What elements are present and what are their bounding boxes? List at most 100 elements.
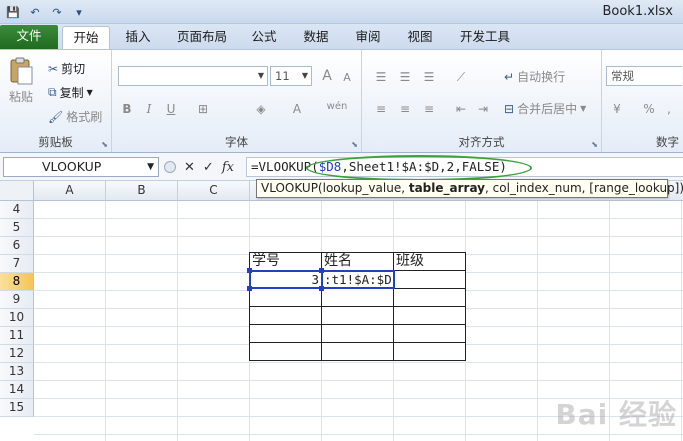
tab-formulas[interactable]: 公式 <box>244 26 284 49</box>
row-header[interactable]: 12 <box>0 345 34 363</box>
align-right-icon[interactable]: ≡ <box>420 100 438 118</box>
table-cell[interactable] <box>393 288 466 307</box>
number-format-combo[interactable]: 常规 <box>606 66 682 86</box>
tab-home[interactable]: 开始 <box>62 26 110 49</box>
save-icon[interactable]: 💾 <box>4 3 22 21</box>
decrease-indent-icon[interactable]: ⇤ <box>452 100 470 118</box>
paste-button[interactable]: 粘贴 <box>8 56 34 105</box>
select-all-corner[interactable] <box>0 181 34 201</box>
wrap-text-icon: ↵ <box>504 69 515 84</box>
align-top-icon[interactable]: ☰ <box>372 68 390 86</box>
copy-icon: ⧉ <box>48 85 57 99</box>
chevron-down-icon[interactable]: ▼ <box>147 158 154 176</box>
dialog-launcher-icon[interactable]: ⬊ <box>101 140 108 149</box>
tab-data[interactable]: 数据 <box>296 26 336 49</box>
customize-qat-icon[interactable]: ▾ <box>70 3 88 21</box>
number-group: 常规 ¥ % , 数字 <box>602 50 683 152</box>
align-middle-icon[interactable]: ☰ <box>396 68 414 86</box>
redo-icon[interactable]: ↷ <box>48 3 66 21</box>
table-cell[interactable] <box>249 324 322 343</box>
table-header-cell[interactable]: 学号 <box>249 252 322 271</box>
table-cell[interactable] <box>249 342 322 361</box>
row-header[interactable]: 7 <box>0 255 34 273</box>
formula-input[interactable]: =VLOOKUP($D8,Sheet1!$A:$D,2,FALSE) <box>246 157 683 177</box>
percent-button[interactable]: % <box>640 100 658 118</box>
table-cell[interactable] <box>249 306 322 325</box>
active-edit-cell[interactable]: 3 <box>249 270 321 289</box>
font-size-combo[interactable]: 11 ▼ <box>270 66 312 86</box>
table-cell[interactable] <box>321 288 394 307</box>
align-center-icon[interactable]: ≡ <box>396 100 414 118</box>
chevron-down-icon: ▼ <box>580 104 587 113</box>
undo-icon[interactable]: ↶ <box>26 3 44 21</box>
selection-handle[interactable] <box>319 286 324 291</box>
row-header[interactable]: 6 <box>0 237 34 255</box>
enter-icon[interactable]: ✓ <box>203 160 214 175</box>
dialog-launcher-icon[interactable]: ⬊ <box>351 140 358 149</box>
increase-indent-icon[interactable]: ⇥ <box>474 100 492 118</box>
orientation-icon[interactable]: ⟋ <box>452 68 470 86</box>
selection-handle[interactable] <box>247 286 252 291</box>
italic-button[interactable]: I <box>140 100 158 118</box>
copy-button[interactable]: ⧉ 复制 ▼ <box>48 84 93 101</box>
column-header-c[interactable]: C <box>178 181 250 201</box>
table-cell[interactable] <box>321 324 394 343</box>
row-header[interactable]: 11 <box>0 327 34 345</box>
tab-view[interactable]: 视图 <box>400 26 440 49</box>
clipboard-group-label: 剪贴板 <box>38 135 73 149</box>
currency-icon[interactable]: ¥ <box>608 100 626 118</box>
selection-handle[interactable] <box>319 268 324 273</box>
tab-insert[interactable]: 插入 <box>116 26 160 49</box>
cut-button[interactable]: ✂ 剪切 <box>48 60 85 77</box>
name-box[interactable]: VLOOKUP ▼ <box>3 157 159 177</box>
table-cell[interactable] <box>393 324 466 343</box>
quick-access-toolbar: 💾 ↶ ↷ ▾ <box>4 3 88 21</box>
row-header[interactable]: 14 <box>0 381 34 399</box>
phonetic-button[interactable]: wén <box>322 98 352 116</box>
grow-font-button[interactable]: A <box>318 67 336 85</box>
table-cell[interactable] <box>393 342 466 361</box>
insert-function-icon[interactable]: fx <box>222 160 234 175</box>
tab-review[interactable]: 审阅 <box>348 26 388 49</box>
table-header-cell[interactable]: 姓名 <box>321 252 394 271</box>
shrink-font-button[interactable]: A <box>338 69 356 87</box>
bold-button[interactable]: B <box>118 100 136 118</box>
align-left-icon[interactable]: ≡ <box>372 100 390 118</box>
row-header[interactable]: 4 <box>0 201 34 219</box>
underline-button[interactable]: U <box>162 100 180 118</box>
table-cell[interactable] <box>321 342 394 361</box>
fill-color-icon[interactable]: ◈ <box>252 100 270 118</box>
borders-icon[interactable]: ⊞ <box>194 100 212 118</box>
column-header-a[interactable]: A <box>34 181 106 201</box>
table-cell[interactable] <box>393 306 466 325</box>
font-name-combo[interactable]: ▼ <box>118 66 268 86</box>
dialog-launcher-icon[interactable]: ⬊ <box>591 140 598 149</box>
row-header[interactable]: 10 <box>0 309 34 327</box>
row-header-selected[interactable]: 8 <box>0 273 34 291</box>
column-header-b[interactable]: B <box>106 181 178 201</box>
font-color-icon[interactable]: A <box>288 100 306 118</box>
merge-center-button[interactable]: ⊟ 合并后居中 ▼ <box>504 100 586 117</box>
table-cell[interactable] <box>321 306 394 325</box>
function-tooltip: VLOOKUP(lookup_value, table_array, col_i… <box>256 179 683 198</box>
selection-handle[interactable] <box>247 268 252 273</box>
format-painter-button[interactable]: 🖌 格式刷 <box>48 108 102 125</box>
tab-file[interactable]: 文件 <box>0 25 58 49</box>
range-reference-cell[interactable]: :t1!$A:$D <box>321 270 395 289</box>
row-header[interactable]: 9 <box>0 291 34 309</box>
comma-button[interactable]: , <box>660 100 678 118</box>
table-header-cell[interactable]: 班级 <box>393 252 466 271</box>
table-cell[interactable] <box>393 270 466 289</box>
chevron-down-icon: ▼ <box>301 71 308 80</box>
formula-bar-buttons: ✕ ✓ fx <box>164 157 234 177</box>
tab-page-layout[interactable]: 页面布局 <box>170 26 234 49</box>
tab-developer[interactable]: 开发工具 <box>452 26 518 49</box>
wrap-text-button[interactable]: ↵ 自动换行 <box>504 68 565 85</box>
row-header[interactable]: 15 <box>0 399 34 417</box>
cancel-icon[interactable]: ✕ <box>184 160 195 175</box>
table-cell[interactable] <box>249 288 322 307</box>
ribbon: 粘贴 ✂ 剪切 ⧉ 复制 ▼ 🖌 格式刷 剪贴板 ⬊ ▼ 11 ▼ A A B … <box>0 49 683 153</box>
row-header[interactable]: 5 <box>0 219 34 237</box>
align-bottom-icon[interactable]: ☰ <box>420 68 438 86</box>
row-header[interactable]: 13 <box>0 363 34 381</box>
